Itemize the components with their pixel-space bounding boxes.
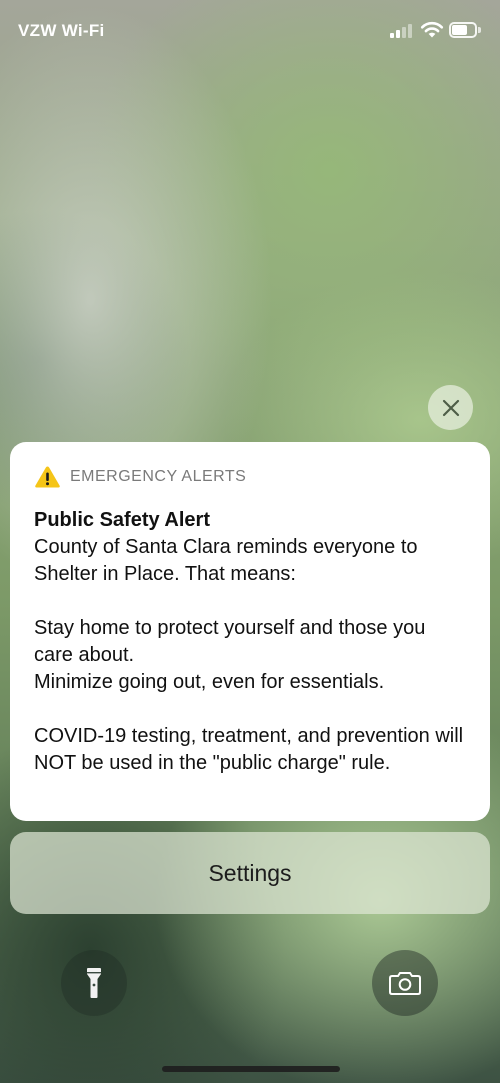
- camera-icon: [389, 972, 421, 995]
- body-line: Minimize going out, even for essentials.: [34, 671, 385, 693]
- dismiss-button[interactable]: [428, 385, 473, 430]
- flashlight-button[interactable]: [61, 950, 127, 1016]
- notification-app-name: EMERGENCY ALERTS: [70, 468, 247, 485]
- settings-button[interactable]: Settings: [10, 832, 490, 914]
- notification-header: EMERGENCY ALERTS: [34, 464, 466, 490]
- home-indicator[interactable]: [162, 1066, 340, 1072]
- carrier-label: VZW Wi-Fi: [18, 21, 105, 40]
- emergency-alert-notification[interactable]: EMERGENCY ALERTS Public Safety Alert Cou…: [10, 442, 490, 821]
- flashlight-icon: [87, 968, 101, 998]
- settings-label: Settings: [208, 859, 292, 886]
- body-line: Stay home to protect yourself and those …: [34, 617, 426, 666]
- close-icon: [442, 399, 459, 416]
- notification-title: Public Safety Alert: [34, 509, 210, 531]
- notification-body: County of Santa Clara reminds everyone t…: [34, 534, 466, 777]
- camera-button[interactable]: [372, 950, 438, 1016]
- battery-icon: [449, 22, 481, 38]
- body-line: County of Santa Clara reminds everyone t…: [34, 536, 418, 585]
- wifi-icon: [420, 20, 444, 38]
- cellular-signal-icon: [390, 24, 416, 38]
- body-line: COVID-19 testing, treatment, and prevent…: [34, 725, 464, 774]
- status-bar: VZW Wi-Fi: [0, 0, 500, 64]
- warning-icon: [35, 466, 60, 488]
